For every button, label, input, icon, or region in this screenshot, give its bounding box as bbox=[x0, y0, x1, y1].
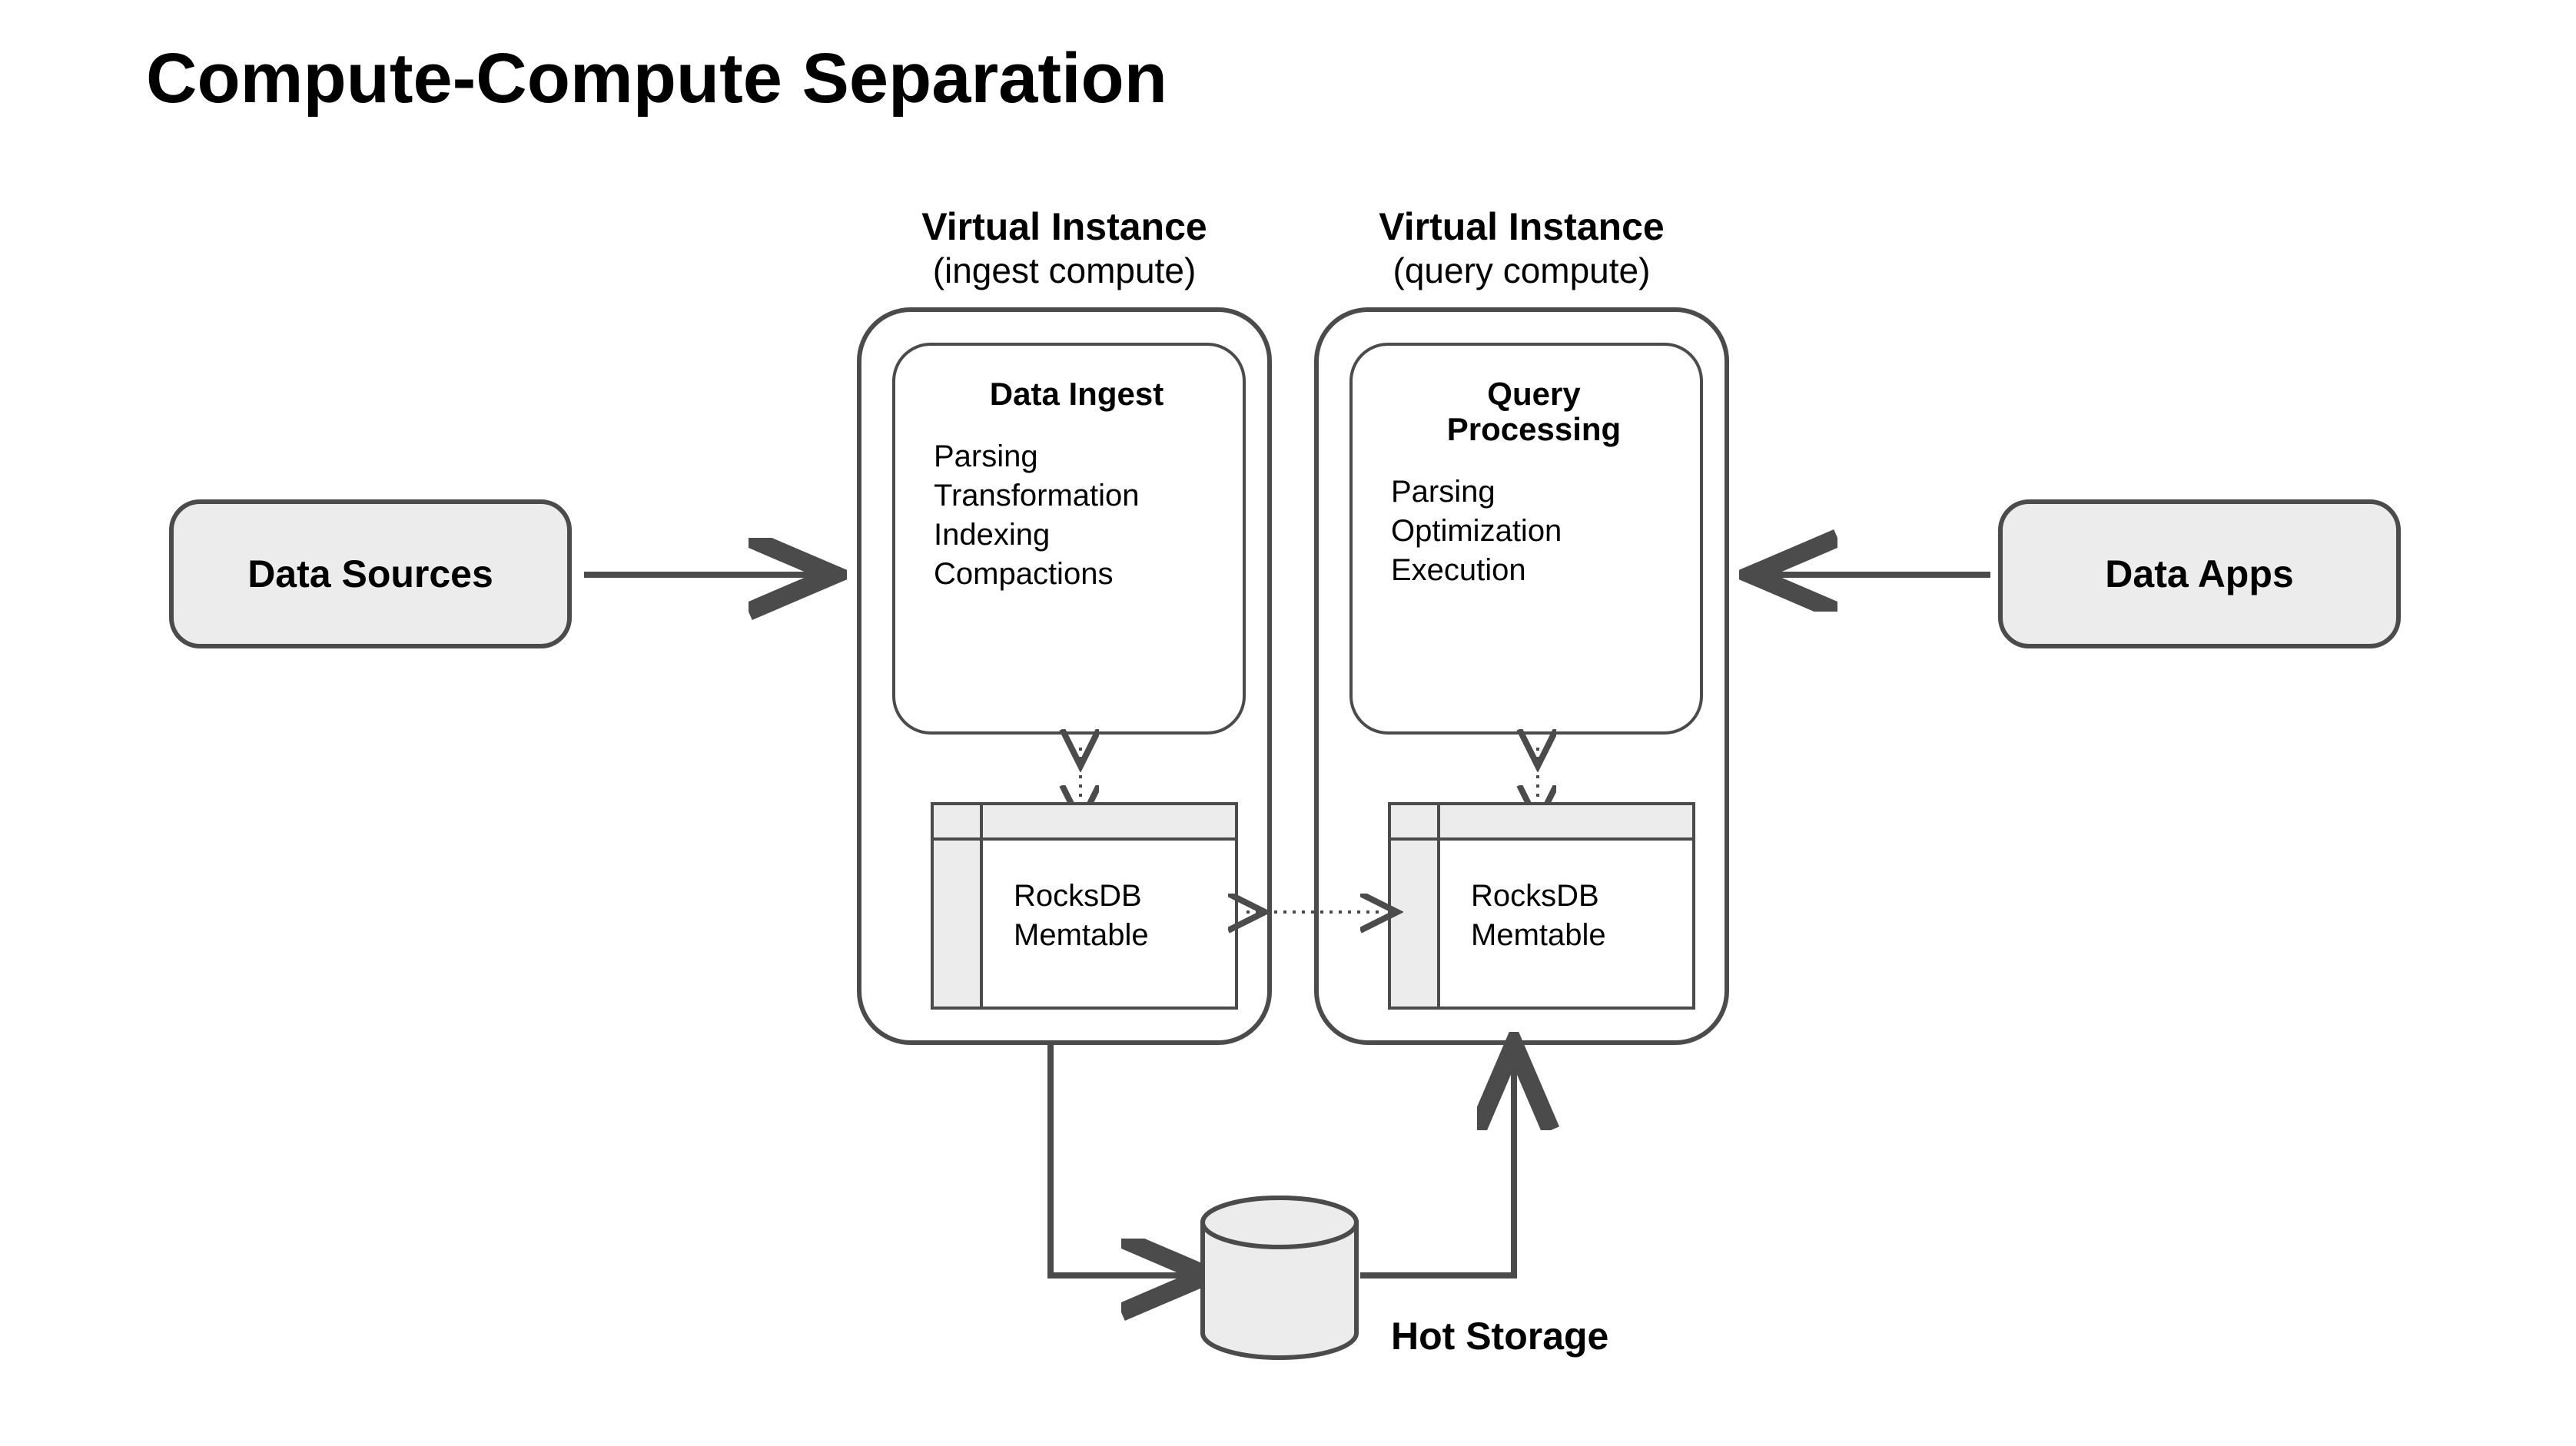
query-task-item: Parsing bbox=[1391, 475, 1677, 509]
rocksdb-body-left: RocksDB Memtable bbox=[983, 841, 1235, 1007]
arrow-ingest-to-storage bbox=[1041, 1045, 1218, 1291]
rocksdb-box-left: RocksDB Memtable bbox=[931, 802, 1238, 1010]
query-task-item: Optimization bbox=[1391, 514, 1677, 549]
data-sources-box: Data Sources bbox=[169, 499, 572, 648]
query-task-item: Execution bbox=[1391, 553, 1677, 588]
ingest-task-item: Parsing bbox=[934, 439, 1220, 474]
rocksdb-line: Memtable bbox=[1014, 918, 1212, 953]
rocksdb-box-right: RocksDB Memtable bbox=[1388, 802, 1695, 1010]
arrow-sources-to-ingest bbox=[584, 563, 838, 594]
data-ingest-title: Data Ingest bbox=[934, 376, 1220, 412]
arrow-apps-to-query bbox=[1752, 563, 1990, 594]
ingest-task-item: Indexing bbox=[934, 518, 1220, 552]
query-processing-box: Query Processing Parsing Optimization Ex… bbox=[1349, 343, 1703, 735]
ingest-instance: Data Ingest Parsing Transformation Index… bbox=[857, 307, 1272, 1045]
ingest-task-item: Compactions bbox=[934, 557, 1220, 592]
left-instance-title: Virtual Instance bbox=[857, 204, 1272, 250]
left-instance-subtitle: (ingest compute) bbox=[857, 250, 1272, 292]
data-sources-label: Data Sources bbox=[247, 552, 493, 596]
rocksdb-body-right: RocksDB Memtable bbox=[1440, 841, 1692, 1007]
arrow-rocksdb-sync bbox=[1236, 900, 1389, 931]
arrow-storage-to-query bbox=[1360, 1045, 1537, 1291]
rocksdb-line: RocksDB bbox=[1014, 879, 1212, 914]
rocksdb-line: Memtable bbox=[1471, 918, 1669, 953]
right-instance-title: Virtual Instance bbox=[1314, 204, 1729, 250]
ingest-task-item: Transformation bbox=[934, 479, 1220, 513]
data-apps-box: Data Apps bbox=[1998, 499, 2401, 648]
rocksdb-line: RocksDB bbox=[1471, 879, 1669, 914]
page-title: Compute-Compute Separation bbox=[146, 38, 1167, 119]
data-ingest-box: Data Ingest Parsing Transformation Index… bbox=[892, 343, 1246, 735]
query-instance: Query Processing Parsing Optimization Ex… bbox=[1314, 307, 1729, 1045]
hot-storage-cylinder-icon bbox=[1199, 1195, 1360, 1361]
right-instance-header: Virtual Instance (query compute) bbox=[1314, 204, 1729, 292]
left-instance-header: Virtual Instance (ingest compute) bbox=[857, 204, 1272, 292]
query-processing-title: Query Processing bbox=[1391, 376, 1677, 447]
hot-storage-label: Hot Storage bbox=[1391, 1314, 1608, 1358]
right-instance-subtitle: (query compute) bbox=[1314, 250, 1729, 292]
data-apps-label: Data Apps bbox=[2105, 552, 2293, 596]
